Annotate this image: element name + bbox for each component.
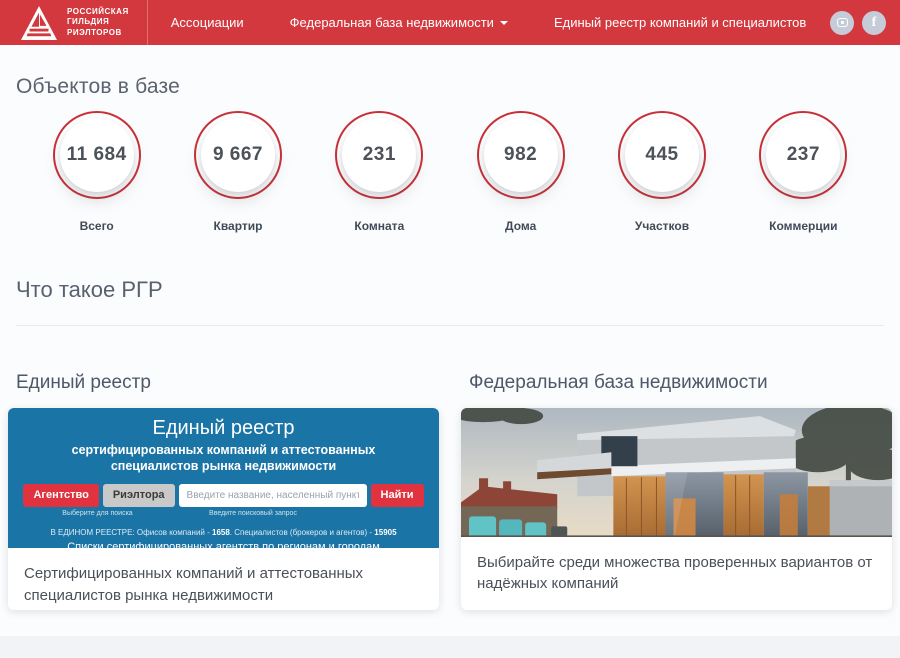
specialists-count: 15905 bbox=[374, 528, 396, 537]
stat-label: Квартир bbox=[214, 219, 263, 233]
buttons-hint: Выберите для поиска bbox=[40, 510, 155, 517]
bottom-band bbox=[0, 636, 900, 658]
camera-icon[interactable] bbox=[830, 11, 854, 35]
input-hint: Введите поисковый запрос bbox=[155, 510, 351, 517]
camera-glyph bbox=[837, 18, 848, 27]
registry-counts-middle: . Специалистов (брокеров и агентов) - bbox=[230, 528, 375, 537]
fedbase-card[interactable]: Выбирайте среди множества проверенных ва… bbox=[461, 408, 892, 610]
registry-counts-prefix: В ЕДИНОМ РЕЕСТРЕ: Офисов компаний - bbox=[50, 528, 212, 537]
registry-counts-line: В ЕДИНОМ РЕЕСТРЕ: Офисов компаний - 1658… bbox=[8, 528, 439, 537]
stat-circle: 445 bbox=[618, 111, 706, 199]
stat-value: 445 bbox=[645, 144, 678, 166]
stat-circle: 11 684 bbox=[53, 111, 141, 199]
stats-row: 11 684 Всего 9 667 Квартир 231 Комната 9… bbox=[0, 99, 900, 233]
section-divider bbox=[16, 325, 884, 326]
stat-value: 9 667 bbox=[213, 144, 263, 166]
stat-circle: 231 bbox=[335, 111, 423, 199]
facebook-glyph: f bbox=[872, 15, 877, 31]
find-button[interactable]: Найти bbox=[371, 484, 424, 507]
nav-item-unified-registry[interactable]: Единый реестр компаний и специалистов bbox=[531, 0, 829, 45]
registry-card[interactable]: Единый реестр сертифицированных компаний… bbox=[8, 408, 439, 610]
stat-circle: 982 bbox=[477, 111, 565, 199]
rgr-logo-icon bbox=[20, 5, 58, 41]
stat-value: 982 bbox=[504, 144, 537, 166]
fedbase-column: Федеральная база недвижимости bbox=[461, 372, 892, 610]
stat-value: 11 684 bbox=[67, 144, 127, 166]
stats-section-title: Объектов в базе bbox=[0, 45, 900, 99]
realtor-button[interactable]: Риэлтора bbox=[103, 484, 175, 507]
top-navbar: РОССИЙСКАЯ ГИЛЬДИЯ РИЭЛТОРОВ Ассоциации … bbox=[0, 0, 900, 45]
stat-label: Комната bbox=[354, 219, 404, 233]
registry-panel-heading: Единый реестр bbox=[8, 417, 439, 440]
registry-caption: Сертифицированных компаний и аттестованн… bbox=[8, 548, 439, 610]
feature-columns: Единый реестр Единый реестр сертифициров… bbox=[0, 372, 900, 610]
stat-circle: 237 bbox=[759, 111, 847, 199]
facebook-icon[interactable]: f bbox=[862, 11, 886, 35]
nav-item-associations[interactable]: Ассоциации bbox=[148, 0, 267, 45]
registry-column-title: Единый реестр bbox=[8, 372, 439, 408]
registry-search-form: Агентство Риэлтора Найти bbox=[8, 484, 439, 507]
nav-item-label: Федеральная база недвижимости bbox=[290, 15, 494, 30]
stat-rooms: 231 Комната bbox=[309, 111, 450, 233]
stat-value: 231 bbox=[363, 144, 396, 166]
stat-commercial: 237 Коммерции bbox=[733, 111, 874, 233]
chevron-down-icon bbox=[500, 21, 508, 25]
nav-item-label: Ассоциации bbox=[171, 15, 244, 30]
stat-total: 11 684 Всего bbox=[26, 111, 167, 233]
registry-search-panel: Единый реестр сертифицированных компаний… bbox=[8, 408, 439, 548]
main-nav: Ассоциации Федеральная база недвижимости… bbox=[148, 0, 830, 45]
stat-houses: 982 Дома bbox=[450, 111, 591, 233]
stat-label: Всего bbox=[80, 219, 114, 233]
stat-apartments: 9 667 Квартир bbox=[167, 111, 308, 233]
stat-circle: 9 667 bbox=[194, 111, 282, 199]
stat-label: Дома bbox=[505, 219, 536, 233]
fedbase-caption: Выбирайте среди множества проверенных ва… bbox=[461, 537, 892, 611]
stat-label: Участков bbox=[635, 219, 689, 233]
fedbase-column-title: Федеральная база недвижимости bbox=[461, 372, 892, 408]
nav-item-federal-base[interactable]: Федеральная база недвижимости bbox=[267, 0, 531, 45]
stat-plots: 445 Участков bbox=[591, 111, 732, 233]
stat-label: Коммерции bbox=[769, 219, 837, 233]
registry-search-input[interactable] bbox=[179, 484, 367, 507]
stat-value: 237 bbox=[787, 144, 820, 166]
modern-house-photo bbox=[461, 408, 892, 537]
logo[interactable]: РОССИЙСКАЯ ГИЛЬДИЯ РИЭЛТОРОВ bbox=[0, 0, 147, 45]
registry-column: Единый реестр Единый реестр сертифициров… bbox=[8, 372, 439, 610]
logo-text: РОССИЙСКАЯ ГИЛЬДИЯ РИЭЛТОРОВ bbox=[67, 7, 129, 38]
about-section-title: Что такое РГР bbox=[0, 233, 900, 303]
agency-button[interactable]: Агентство bbox=[23, 484, 98, 507]
header-social: f bbox=[830, 0, 900, 45]
registry-form-hints: Выберите для поиска Введите поисковый за… bbox=[8, 510, 439, 517]
registry-panel-subheading: сертифицированных компаний и аттестованн… bbox=[34, 442, 413, 475]
nav-item-label: Единый реестр компаний и специалистов bbox=[554, 15, 806, 30]
offices-count: 1658 bbox=[212, 528, 230, 537]
